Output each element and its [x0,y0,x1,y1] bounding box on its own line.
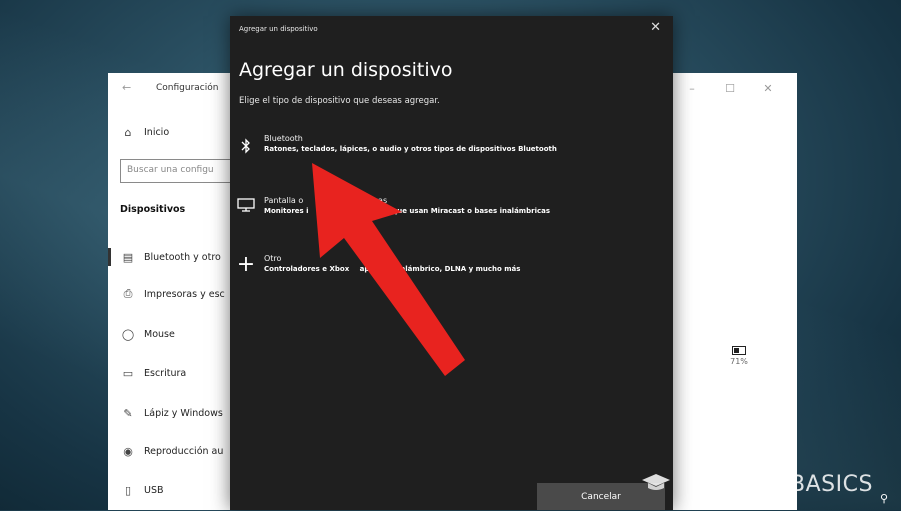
option-display[interactable]: Pantalla o mbricas Monitores i ores o PCs … [234,196,664,236]
option-description-start: Monitores i [264,207,309,215]
battery-status: 71% [726,346,752,366]
dialog-titlebar: Agregar un dispositivo ✕ [230,16,673,44]
search-input[interactable]: Buscar una configu [120,159,240,183]
back-arrow-icon[interactable]: ← [122,81,131,94]
option-description-end: ores o PCs que usan Miracast o bases ina… [348,207,551,215]
sidebar-item-mouse[interactable]: ◯ Mouse [120,323,175,345]
settings-title: Configuración [156,83,219,93]
search-icon: ⚲ [880,492,889,505]
section-heading: Dispositivos [120,204,186,215]
autoplay-icon: ◉ [123,444,133,458]
watermark-logo-text: BASICS [790,472,873,497]
dialog-subtitle: Elige el tipo de dispositivo que deseas … [239,96,440,106]
battery-icon [732,346,746,355]
option-other[interactable]: + Otro Controladores e Xbox aptador inal… [234,252,664,294]
option-bluetooth[interactable]: Bluetooth Ratones, teclados, lápices, o … [234,134,664,174]
nav-home[interactable]: ⌂ Inicio [120,121,170,143]
close-icon[interactable]: ✕ [650,20,661,35]
close-button[interactable]: ✕ [749,79,787,99]
dialog-titlebar-text: Agregar un dispositivo [239,25,318,33]
sidebar-item-printers[interactable]: ⎙ Impresoras y esc [120,283,225,305]
option-title: Otro [264,254,282,263]
sidebar-item-autoplay[interactable]: ◉ Reproducción au [120,440,223,462]
battery-percent: 71% [730,357,748,366]
bluetooth-devices-icon: ▤ [122,250,134,264]
option-title-end: mbricas [355,196,388,205]
maximize-button[interactable]: ☐ [711,79,749,99]
usb-icon: ▯ [124,483,132,497]
option-description-end: aptador inalámbrico, DLNA y mucho más [359,265,521,273]
option-description: Ratones, teclados, lápices, o audio y ot… [264,145,557,153]
sidebar-item-usb[interactable]: ▯ USB [120,479,164,501]
printer-icon: ⎙ [123,287,133,300]
home-icon: ⌂ [124,125,132,139]
search-placeholder: Buscar una configu [127,165,214,175]
bluetooth-icon [234,138,258,158]
add-device-dialog: Agregar un dispositivo ✕ Agregar un disp… [230,16,673,510]
window-controls: – ☐ ✕ [673,79,787,99]
minimize-button[interactable]: – [673,79,711,99]
option-description: Controladores e Xbox aptador inalámbrico… [264,265,520,273]
option-description: Monitores i ores o PCs que usan Miracast … [264,207,550,215]
dialog-heading: Agregar un dispositivo [239,59,453,81]
graduation-cap-icon [642,474,670,490]
option-title: Bluetooth [264,134,303,143]
sidebar-item-label: Escritura [144,367,187,379]
option-description-mid: e Xbox [322,265,350,273]
sidebar-item-label: Mouse [144,328,175,340]
sidebar-item-label: Lápiz y Windows [144,407,223,419]
sidebar-item-label: Reproducción au [144,445,224,457]
plus-icon: + [236,252,256,277]
sidebar-item-label: Bluetooth y otro [144,251,221,263]
mouse-icon: ◯ [121,327,135,341]
sidebar-item-typing[interactable]: ▭ Escritura [120,362,186,384]
option-title: Pantalla o mbricas [264,196,387,205]
sidebar-item-bluetooth[interactable]: ▤ Bluetooth y otro [120,246,221,268]
sidebar-item-pen[interactable]: ✎ Lápiz y Windows [120,402,223,424]
monitor-icon [234,198,258,216]
active-indicator [108,248,111,266]
nav-home-label: Inicio [144,126,170,138]
option-description-start: Controladores [264,265,320,273]
pen-icon: ✎ [123,406,133,420]
sidebar-item-label: Impresoras y esc [144,288,225,300]
keyboard-icon: ▭ [122,366,134,380]
option-title-start: Pantalla o [264,196,304,205]
sidebar-item-label: USB [144,484,164,496]
